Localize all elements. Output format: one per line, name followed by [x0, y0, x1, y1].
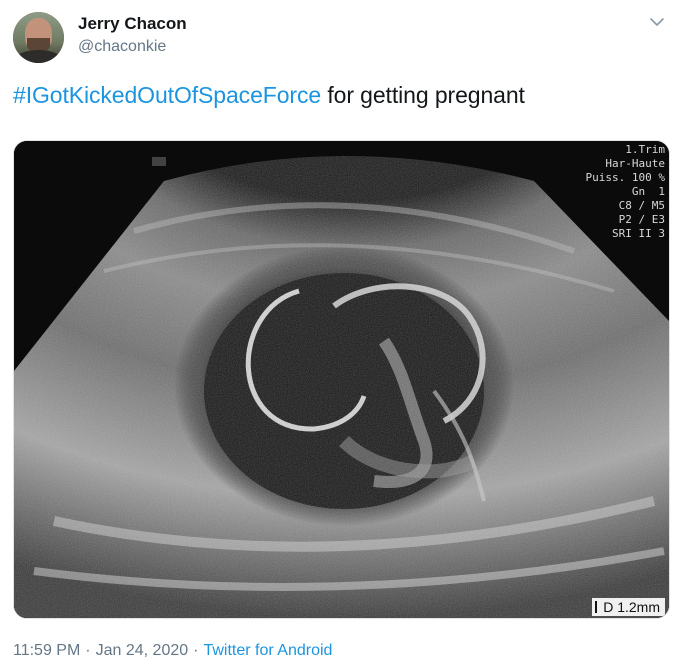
scale-marker	[595, 601, 598, 613]
overlay-line: SRI II 3	[612, 227, 665, 240]
author-name[interactable]: Jerry Chacon	[78, 14, 187, 34]
hashtag-link[interactable]: #IGotKickedOutOfSpaceForce	[13, 82, 321, 108]
author-handle[interactable]: @chaconkie	[78, 38, 166, 56]
overlay-line: P2 / E3	[618, 213, 665, 226]
tweet-metadata: 11:59 PM · Jan 24, 2020 · Twitter for Androi…	[13, 642, 332, 660]
tweet-media-image[interactable]: 1.Trim Har-Haute Puiss. 100 % Gn 1 C8 / …	[13, 140, 670, 619]
tweet-body: for getting pregnant	[321, 82, 525, 108]
ultrasound-overlay-text: 1.Trim Har-Haute Puiss. 100 % Gn 1 C8 / …	[586, 143, 665, 241]
overlay-line: Har-Haute	[605, 157, 665, 170]
overlay-line: C8 / M5	[618, 199, 665, 212]
tweet-date[interactable]: Jan 24, 2020	[96, 642, 189, 659]
tweet-time[interactable]: 11:59 PM	[13, 642, 80, 659]
avatar[interactable]	[13, 12, 64, 63]
tweet-text: #IGotKickedOutOfSpaceForce for getting p…	[13, 82, 525, 109]
chevron-down-icon[interactable]	[648, 13, 666, 31]
scale-label-text: D 1.2mm	[603, 599, 660, 615]
tweet-source-link[interactable]: Twitter for Android	[203, 642, 332, 659]
avatar-shirt	[15, 50, 62, 63]
overlay-line: Gn 1	[631, 185, 665, 198]
scale-label: D 1.2mm	[592, 598, 665, 616]
separator: ·	[85, 642, 91, 659]
ultrasound-image	[14, 141, 669, 618]
overlay-line: Puiss. 100 %	[585, 171, 665, 184]
separator: ·	[193, 642, 199, 659]
overlay-line: 1.Trim	[625, 143, 665, 156]
